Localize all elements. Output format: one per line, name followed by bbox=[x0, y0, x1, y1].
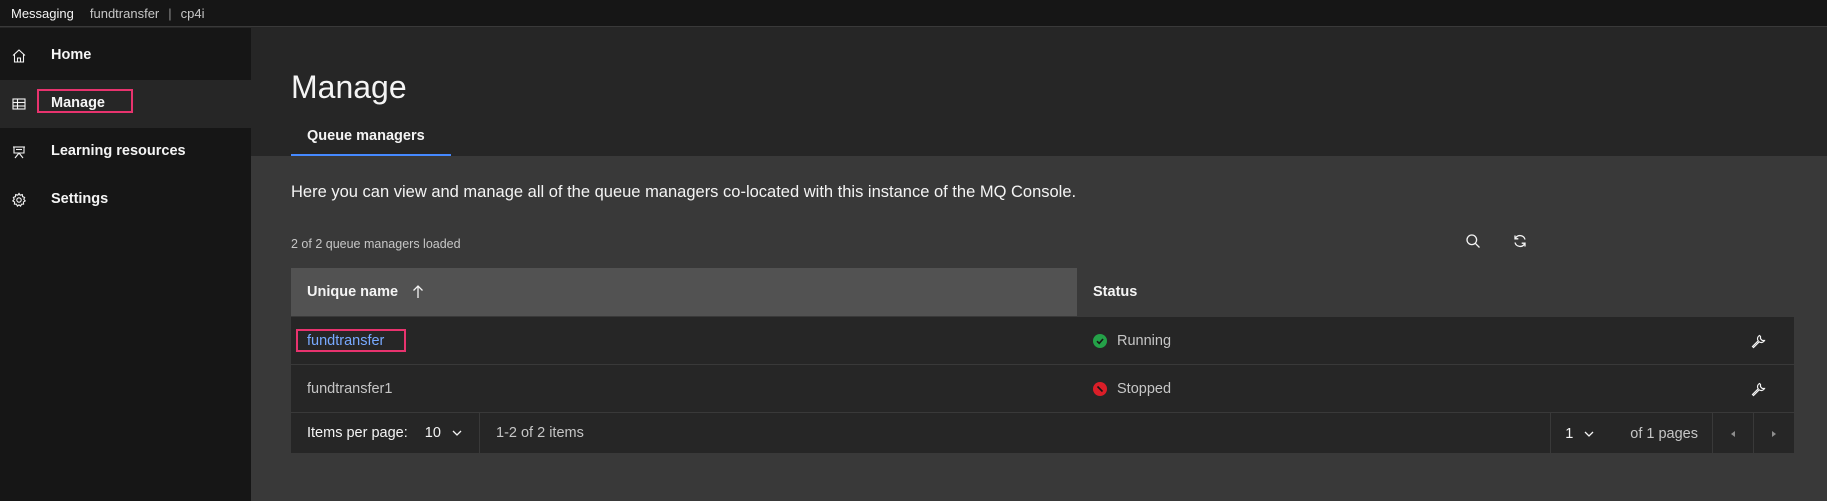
table-pagination: Items per page: 10 1-2 of 2 items 1 of 1… bbox=[291, 412, 1794, 454]
page-description: Here you can view and manage all of the … bbox=[291, 183, 1077, 201]
page-number-value: 1 bbox=[1565, 425, 1574, 442]
home-icon bbox=[12, 49, 26, 63]
total-pages-text: of 1 pages bbox=[1630, 425, 1698, 442]
sidebar-item-settings[interactable]: Settings bbox=[0, 176, 251, 224]
side-navigation: Home Manage Learning resources Settings bbox=[0, 28, 251, 501]
breadcrumb-namespace[interactable]: cp4i bbox=[181, 6, 205, 21]
search-icon bbox=[1466, 234, 1480, 248]
breadcrumb-separator: | bbox=[168, 5, 172, 21]
status-text: Stopped bbox=[1117, 380, 1172, 397]
loaded-count-text: 2 of 2 queue managers loaded bbox=[291, 237, 461, 251]
table-row[interactable]: fundtransfer1 Stopped bbox=[291, 364, 1794, 412]
caret-left-icon bbox=[1731, 430, 1735, 437]
sidebar-item-label: Settings bbox=[51, 191, 109, 207]
chevron-down-icon bbox=[1583, 428, 1595, 440]
column-header-label: Unique name bbox=[307, 284, 399, 300]
brand-name[interactable]: Messaging bbox=[11, 6, 74, 21]
previous-page-button[interactable] bbox=[1712, 413, 1753, 454]
stopped-status-icon bbox=[1093, 381, 1107, 396]
sidebar-item-manage[interactable]: Manage bbox=[0, 80, 251, 128]
table-icon bbox=[12, 98, 26, 110]
wrench-icon[interactable] bbox=[1750, 381, 1766, 397]
main-content: Manage Queue managers Here you can view … bbox=[251, 28, 1827, 501]
manage-highlight-box bbox=[37, 89, 133, 113]
page-title: Manage bbox=[291, 69, 407, 105]
search-button[interactable] bbox=[1455, 223, 1491, 259]
wrench-icon[interactable] bbox=[1750, 333, 1766, 349]
caret-right-icon bbox=[1772, 430, 1776, 437]
table-row[interactable]: fundtransfer Running bbox=[291, 316, 1794, 364]
column-header-status: Status bbox=[1077, 268, 1794, 316]
sidebar-item-label: Home bbox=[51, 47, 92, 63]
queue-managers-table: Unique name Status fundtransfer Running bbox=[291, 268, 1794, 454]
items-range-text: 1-2 of 2 items bbox=[496, 425, 584, 441]
top-header-bar: Messaging fundtransfer | cp4i bbox=[0, 0, 1827, 27]
column-header-unique-name[interactable]: Unique name bbox=[291, 268, 1077, 316]
table-header: Unique name Status bbox=[291, 268, 1794, 316]
refresh-icon bbox=[1514, 234, 1526, 248]
queue-manager-name: fundtransfer1 bbox=[307, 380, 393, 397]
sidebar-item-home[interactable]: Home bbox=[0, 32, 251, 80]
tab-queue-managers[interactable]: Queue managers bbox=[291, 126, 451, 156]
sidebar-item-label: Learning resources bbox=[51, 143, 186, 159]
items-per-page-select[interactable]: 10 bbox=[425, 425, 463, 441]
refresh-button[interactable] bbox=[1502, 223, 1538, 259]
running-status-icon bbox=[1093, 333, 1107, 348]
items-per-page-label: Items per page: bbox=[307, 425, 408, 441]
chevron-down-icon bbox=[451, 427, 463, 439]
presentation-icon bbox=[13, 146, 25, 159]
items-per-page-value: 10 bbox=[424, 425, 441, 441]
page-number-select[interactable]: 1 bbox=[1550, 413, 1616, 454]
fundtransfer-highlight-box bbox=[296, 329, 406, 352]
next-page-button[interactable] bbox=[1753, 413, 1794, 454]
page-header: Manage Queue managers bbox=[251, 28, 1827, 156]
breadcrumb-instance[interactable]: fundtransfer bbox=[90, 6, 159, 21]
gear-icon bbox=[11, 192, 27, 207]
status-text: Running bbox=[1117, 332, 1172, 349]
sidebar-item-learning-resources[interactable]: Learning resources bbox=[0, 128, 251, 176]
sort-ascending-icon bbox=[410, 284, 426, 300]
